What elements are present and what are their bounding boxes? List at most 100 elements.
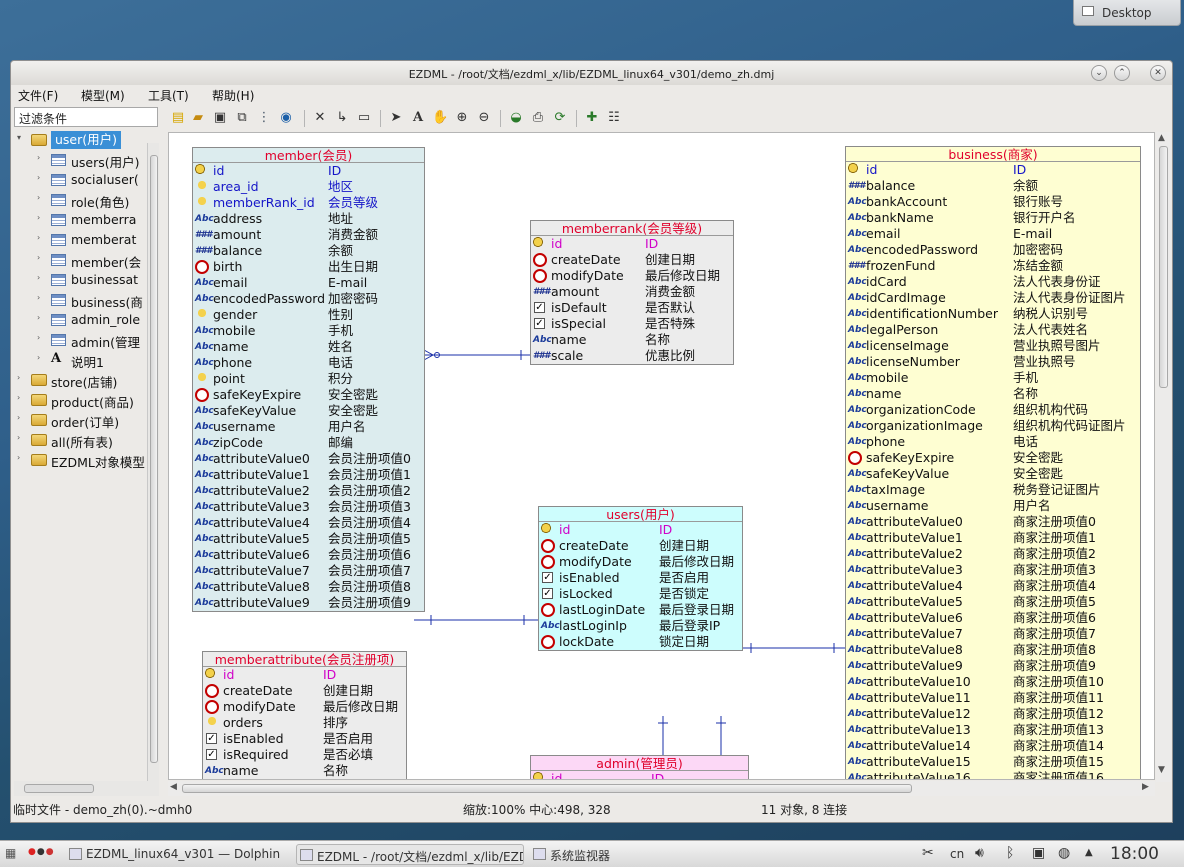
entity-field[interactable]: Abc attributeValue14 商家注册项值14 [846, 738, 1140, 754]
tree-item-child[interactable]: › memberat [14, 230, 159, 250]
expand-arrow-icon[interactable]: › [37, 353, 40, 362]
menu-file[interactable]: 文件(F) [18, 87, 58, 104]
entity-field[interactable]: ✓ isEnabled 是否启用 [539, 570, 742, 586]
entity-field[interactable]: Abc attributeValue7 商家注册项值7 [846, 626, 1140, 642]
entity-business[interactable]: business(商家) id ID ### balance 余额 Abc bankAccou… [845, 146, 1141, 779]
entity-field[interactable]: id ID [193, 163, 424, 179]
menu-help[interactable]: 帮助(H) [212, 87, 254, 104]
entity-field[interactable]: ✓ isSpecial 是否特殊 [531, 316, 733, 332]
pointer-icon[interactable]: ➤ [388, 110, 404, 126]
network-icon[interactable]: ◍ [1058, 845, 1070, 861]
entity-field[interactable]: Abc email E-mail [193, 275, 424, 291]
refresh-icon[interactable]: ⟳ [552, 110, 568, 126]
entity-field[interactable]: Abc attributeValue9 会员注册项值9 [193, 595, 424, 611]
entity-field[interactable]: Abc attributeValue16 商家注册项值16 [846, 770, 1140, 779]
language-indicator[interactable]: cn [950, 847, 964, 861]
entity-users[interactable]: users(用户) id ID createDate 创建日期 modifyDate 最后修… [538, 506, 743, 651]
tree-item-child[interactable]: › role(角色) [14, 190, 159, 210]
entity-field[interactable]: lastLoginDate 最后登录日期 [539, 602, 742, 618]
entity-field[interactable]: ### balance 余额 [193, 243, 424, 259]
entity-field[interactable]: Abc mobile 手机 [846, 370, 1140, 386]
tree-item-child[interactable]: › member(会 [14, 250, 159, 270]
entity-field[interactable]: Abc attributeValue7 会员注册项值7 [193, 563, 424, 579]
expand-arrow-icon[interactable]: › [37, 333, 40, 342]
entity-field[interactable]: ✓ isDefault 是否默认 [531, 300, 733, 316]
entity-field[interactable]: id ID [531, 236, 733, 252]
clipboard-icon[interactable]: ▣ [1032, 845, 1045, 861]
entity-field[interactable]: id ID [531, 771, 748, 779]
entity-field[interactable]: Abc phone 电话 [846, 434, 1140, 450]
task-ezdml[interactable]: EZDML - /root/文档/ezdml_x/lib/EZD [296, 844, 524, 865]
entity-field[interactable]: Abc encodedPassword 加密密码 [846, 242, 1140, 258]
tree-item-folder[interactable]: › all(所有表) [14, 430, 159, 450]
entity-memberrank[interactable]: memberrank(会员等级) id ID createDate 创建日期 modify… [530, 220, 734, 365]
entity-field[interactable]: Abc attributeValue6 会员注册项值6 [193, 547, 424, 563]
entity-field[interactable]: Abc attributeValue1 会员注册项值1 [193, 467, 424, 483]
entity-memberattribute[interactable]: memberattribute(会员注册项) id ID createDate 创建日期… [202, 651, 407, 779]
entity-field[interactable]: Abc safeKeyValue 安全密匙 [193, 403, 424, 419]
globe-icon[interactable]: ◉ [278, 110, 294, 126]
entity-field[interactable]: Abc organizationImage 组织机构代码证图片 [846, 418, 1140, 434]
add-icon[interactable]: ✚ [584, 110, 600, 126]
entity-field[interactable]: Abc address 地址 [193, 211, 424, 227]
menu-model[interactable]: 模型(M) [81, 87, 125, 104]
minimize-button[interactable]: ⌄ [1091, 65, 1107, 81]
entity-field[interactable]: Abc taxImage 税务登记证图片 [846, 482, 1140, 498]
copy-icon[interactable]: ⧉ [234, 110, 250, 126]
entity-field[interactable]: Abc email E-mail [846, 226, 1140, 242]
entity-field[interactable]: Abc organizationCode 组织机构代码 [846, 402, 1140, 418]
entity-field[interactable]: Abc licenseImage 营业执照号图片 [846, 338, 1140, 354]
entity-field[interactable]: Abc attributeValue3 会员注册项值3 [193, 499, 424, 515]
bluetooth-icon[interactable]: ᛒ [1006, 845, 1014, 861]
entity-field[interactable]: createDate 创建日期 [539, 538, 742, 554]
zoom-in-icon[interactable]: ⊕ [454, 110, 470, 126]
expand-arrow-icon[interactable]: › [37, 233, 40, 242]
title-bar[interactable]: EZDML - /root/文档/ezdml_x/lib/EZDML_linux… [11, 61, 1172, 85]
tree-item-child[interactable]: › users(用户) [14, 150, 159, 170]
entity-field[interactable]: Abc identificationNumber 纳税人识别号 [846, 306, 1140, 322]
entity-field[interactable]: modifyDate 最后修改日期 [531, 268, 733, 284]
properties-icon[interactable]: ☷ [606, 110, 622, 126]
expand-arrow-icon[interactable]: › [37, 153, 40, 162]
entity-field[interactable]: ✓ isRequired 是否必填 [203, 747, 406, 763]
entity-field[interactable]: Abc attributeValue0 商家注册项值0 [846, 514, 1140, 530]
entity-field[interactable]: Abc name 姓名 [193, 339, 424, 355]
scissors-icon[interactable]: ✂ [922, 845, 934, 861]
tree-item-folder[interactable]: › store(店铺) [14, 370, 159, 390]
tree-item-child[interactable]: › businessat [14, 270, 159, 290]
expand-arrow-icon[interactable]: › [37, 193, 40, 202]
entity-member[interactable]: member(会员) id ID area_id 地区 memberRank_id 会员等级… [192, 147, 425, 612]
volume-icon[interactable]: 🔊︎ [975, 845, 984, 861]
entity-field[interactable]: Abc attributeValue1 商家注册项值1 [846, 530, 1140, 546]
entity-field[interactable]: Abc legalPerson 法人代表姓名 [846, 322, 1140, 338]
entity-field[interactable]: createDate 创建日期 [203, 683, 406, 699]
entity-field[interactable]: memberRank_id 会员等级 [193, 195, 424, 211]
tree-hscrollbar[interactable] [14, 781, 159, 796]
entity-field[interactable]: Abc attributeValue2 会员注册项值2 [193, 483, 424, 499]
entity-field[interactable]: lockDate 锁定日期 [539, 634, 742, 650]
view-icon[interactable]: ◒ [508, 110, 524, 126]
entity-field[interactable]: Abc attributeValue15 商家注册项值15 [846, 754, 1140, 770]
expand-arrow-icon[interactable]: › [17, 413, 20, 422]
entity-field[interactable]: Abc attributeValue4 商家注册项值4 [846, 578, 1140, 594]
tray-expand-icon[interactable]: ▲ [1085, 847, 1093, 858]
entity-field[interactable]: Abc safeKeyValue 安全密匙 [846, 466, 1140, 482]
expand-arrow-icon[interactable]: › [17, 433, 20, 442]
text-icon[interactable]: A [410, 110, 426, 126]
entity-field[interactable]: Abc attributeValue3 商家注册项值3 [846, 562, 1140, 578]
tree-scrollbar[interactable] [147, 143, 159, 783]
entity-field[interactable]: id ID [846, 162, 1140, 178]
expand-arrow-icon[interactable]: › [17, 373, 20, 382]
entity-field[interactable]: ### frozenFund 冻结金额 [846, 258, 1140, 274]
close-button[interactable]: ✕ [1150, 65, 1166, 81]
entity-field[interactable]: Abc name 名称 [846, 386, 1140, 402]
tree-item-child[interactable]: › socialuser( [14, 170, 159, 190]
canvas-horizontal-scrollbar[interactable]: ◀ ▶ [168, 781, 1155, 796]
entity-field[interactable]: Abc attributeValue8 商家注册项值8 [846, 642, 1140, 658]
zoom-out-icon[interactable]: ⊖ [476, 110, 492, 126]
entity-field[interactable]: ### amount 消费金额 [193, 227, 424, 243]
entity-field[interactable]: Abc lastLoginIp 最后登录IP [539, 618, 742, 634]
entity-field[interactable]: Abc attributeValue13 商家注册项值13 [846, 722, 1140, 738]
entity-field[interactable]: orders 排序 [203, 715, 406, 731]
entity-field[interactable]: Abc mobile 手机 [193, 323, 424, 339]
